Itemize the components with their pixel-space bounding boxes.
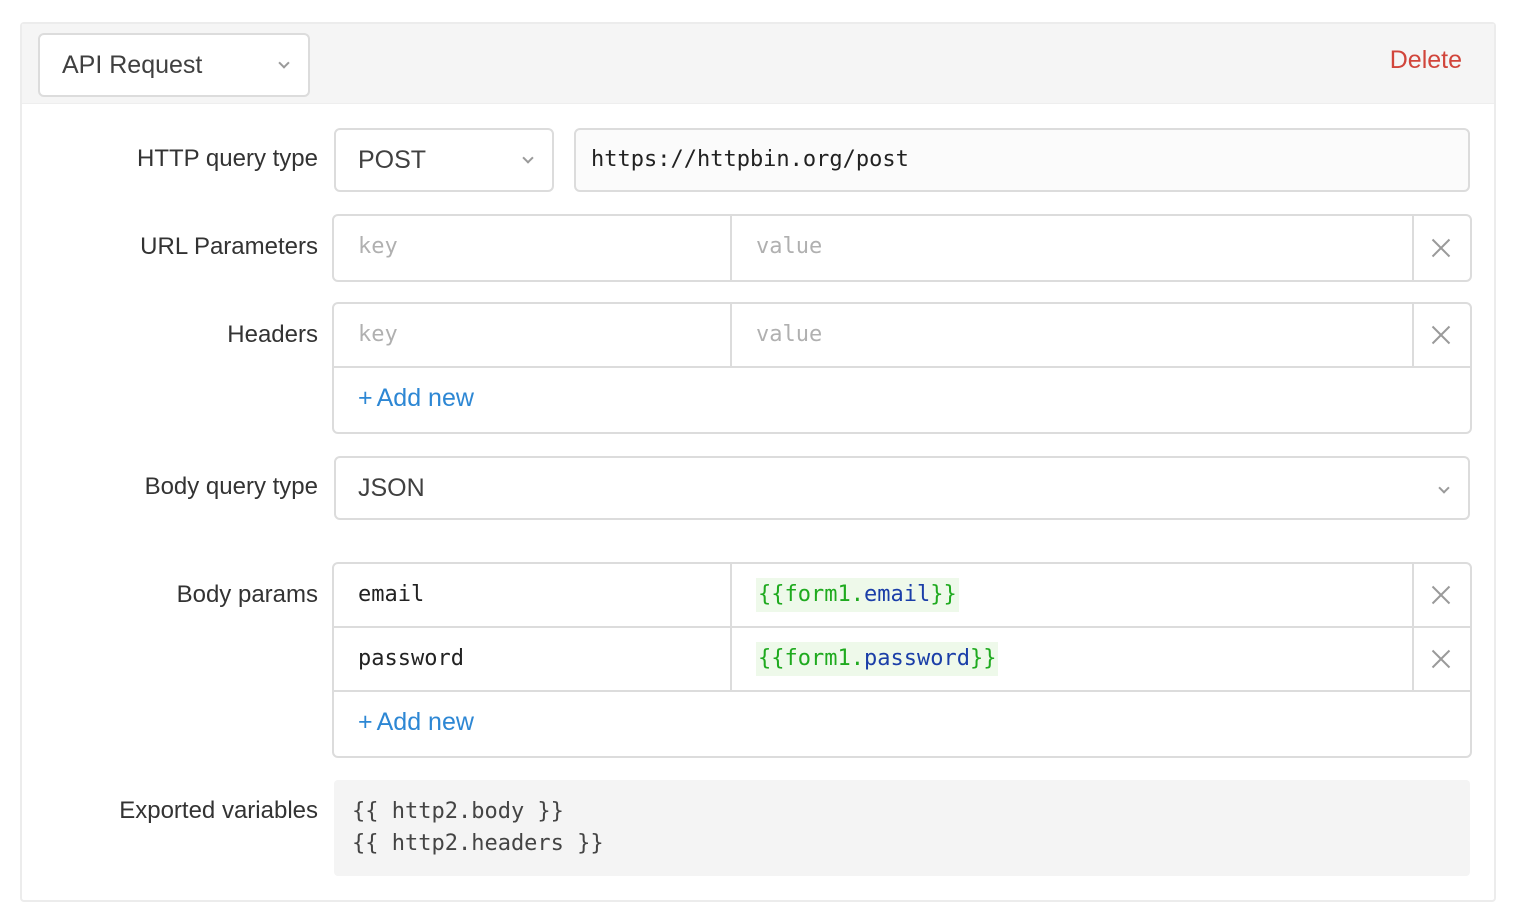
template-expression: {{form1.password}} [756, 642, 999, 676]
http-method-value: POST [358, 146, 427, 174]
body-param-row: password {{form1.password}} [334, 628, 1470, 692]
url-input[interactable]: https://httpbin.org/post [574, 128, 1470, 192]
remove-body-param-button[interactable] [1412, 628, 1470, 690]
body-param-value-input[interactable]: {{form1.password}} [732, 628, 1414, 690]
http-method-select[interactable]: POST [334, 128, 554, 192]
body-param-key-input[interactable]: password [334, 628, 732, 690]
template-open: {{ [758, 646, 785, 671]
plus-icon: + [358, 384, 373, 412]
exported-variable-line: {{ http2.headers }} [352, 831, 604, 856]
body-param-row: email {{form1.email}} [334, 564, 1470, 628]
chevron-down-icon [278, 57, 290, 69]
delete-button[interactable]: Delete [1390, 46, 1462, 75]
template-object: form1. [784, 582, 864, 607]
plus-icon: + [358, 708, 373, 736]
template-open: {{ [758, 582, 785, 607]
exported-variables-label: Exported variables [119, 797, 318, 824]
step-header: API Request Delete [22, 24, 1494, 104]
close-icon [1431, 238, 1451, 258]
body-param-value-input[interactable]: {{form1.email}} [732, 564, 1414, 626]
url-parameters-table: key value [332, 214, 1472, 282]
body-params-label: Body params [176, 581, 318, 608]
header-row: key value [334, 304, 1470, 368]
header-value-input[interactable]: value [732, 304, 1414, 366]
remove-header-button[interactable] [1412, 304, 1470, 366]
chevron-down-icon [1438, 482, 1450, 494]
exported-variables-box: {{ http2.body }} {{ http2.headers }} [334, 780, 1470, 876]
add-header-button[interactable]: + Add new [334, 368, 1470, 430]
url-param-value-input[interactable]: value [732, 216, 1414, 280]
url-param-key-input[interactable]: key [334, 216, 732, 280]
remove-body-param-button[interactable] [1412, 564, 1470, 626]
close-icon [1431, 649, 1451, 669]
template-close: }} [930, 582, 957, 607]
body-query-type-label: Body query type [144, 473, 318, 500]
http-query-type-label: HTTP query type [137, 145, 318, 172]
headers-label: Headers [227, 321, 318, 348]
template-expression: {{form1.email}} [756, 578, 959, 612]
body-param-key-input[interactable]: email [334, 564, 732, 626]
template-property: email [863, 582, 931, 607]
template-property: password [863, 646, 970, 671]
add-header-label: Add new [376, 384, 474, 412]
template-object: form1. [784, 646, 864, 671]
headers-table: key value + Add new [332, 302, 1472, 434]
chevron-down-icon [522, 152, 534, 164]
add-body-param-button[interactable]: + Add new [334, 692, 1470, 754]
template-close: }} [969, 646, 997, 671]
close-icon [1431, 585, 1451, 605]
exported-variable-line: {{ http2.body }} [352, 799, 564, 824]
close-icon [1431, 325, 1451, 345]
url-parameter-row: key value [334, 216, 1470, 280]
add-body-param-label: Add new [376, 708, 474, 736]
body-type-select[interactable]: JSON [334, 456, 1470, 520]
body-params-table: email {{form1.email}} password {{form1.p… [332, 562, 1472, 758]
body-type-value: JSON [358, 474, 425, 502]
step-type-select[interactable]: API Request [38, 33, 310, 97]
step-type-value: API Request [62, 51, 203, 79]
url-parameters-label: URL Parameters [140, 233, 318, 260]
remove-url-param-button[interactable] [1412, 216, 1470, 280]
header-key-input[interactable]: key [334, 304, 732, 366]
